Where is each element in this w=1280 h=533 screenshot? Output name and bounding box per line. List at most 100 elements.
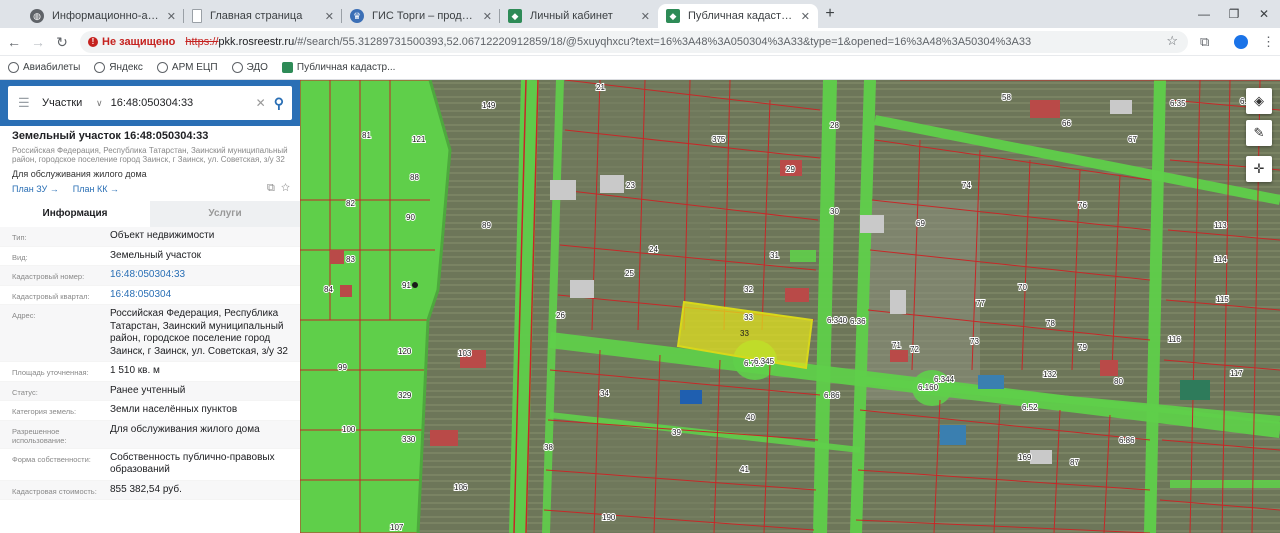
globe-icon: ◍ bbox=[30, 9, 44, 23]
export-icon[interactable]: ⧉ bbox=[267, 182, 275, 194]
bookmark-item[interactable]: Публичная кадастр... bbox=[281, 62, 395, 73]
tab-title: ГИС Торги – продажи государ bbox=[372, 10, 477, 22]
attribute-value[interactable]: 16:48:050304 bbox=[110, 289, 300, 302]
attribute-label: Тип: bbox=[12, 233, 27, 242]
attribute-row: Тип: Объект недвижимости bbox=[0, 227, 300, 247]
parcel-label: 90 bbox=[406, 213, 415, 222]
url-path: /#/search/55.31289731500393,52.067122209… bbox=[294, 36, 1032, 48]
clear-icon[interactable]: ✕ bbox=[256, 96, 266, 110]
insecure-badge[interactable]: ! Не защищено bbox=[88, 36, 175, 48]
map-canvas[interactable]: 149 81 121 88 82 90 83 84 91 89 120 99 103 100 329 330 1… bbox=[300, 80, 1280, 533]
parcel-label: 88 bbox=[410, 173, 419, 182]
browser-tab-1[interactable]: ◍ Информационно-аналитическ ✕ bbox=[22, 4, 184, 28]
browser-tab-2[interactable]: Главная страница ✕ bbox=[184, 4, 342, 28]
address-toolbar: ← → ↻ ! Не защищено https://pkk.rosreestr… bbox=[0, 28, 1280, 56]
parcel-label: 74 bbox=[962, 181, 971, 190]
search-type-select[interactable]: Участки bbox=[42, 97, 96, 109]
highlight-parcel-label: 33 bbox=[740, 329, 749, 338]
extensions-icon[interactable]: ⧉ bbox=[1200, 34, 1209, 50]
tab-services[interactable]: Услуги bbox=[150, 201, 300, 227]
hamburger-menu-icon[interactable]: ☰ bbox=[18, 95, 32, 111]
emblem-icon: ♛ bbox=[350, 9, 364, 23]
bookmark-label: ЭДО bbox=[246, 62, 268, 73]
parcel-label: 99 bbox=[338, 363, 347, 372]
parcel-label: 116 bbox=[1168, 335, 1181, 344]
menu-kebab-icon[interactable]: ⋮ bbox=[1262, 34, 1275, 50]
warning-icon: ! bbox=[88, 37, 98, 47]
close-icon[interactable]: ✕ bbox=[641, 10, 650, 23]
cadastral-map[interactable]: 149 81 121 88 82 90 83 84 91 89 120 99 103 100 329 330 1… bbox=[300, 80, 1280, 533]
map-icon: ◆ bbox=[666, 9, 680, 23]
parcel-label: 79 bbox=[1078, 343, 1087, 352]
plan-kk-link[interactable]: План КК → bbox=[73, 184, 119, 194]
parcel-label: 40 bbox=[746, 413, 755, 422]
parcel-label: 83 bbox=[346, 255, 355, 264]
plan-zu-link[interactable]: План ЗУ → bbox=[12, 184, 59, 194]
parcel-label: 23 bbox=[626, 181, 635, 190]
parcel-label: 375 bbox=[712, 135, 726, 144]
close-icon[interactable]: ✕ bbox=[483, 10, 492, 23]
forward-arrow-icon[interactable]: → bbox=[28, 32, 48, 52]
parcel-label: 73 bbox=[970, 337, 979, 346]
parcel-label: 190 bbox=[602, 513, 616, 522]
attribute-row: Категория земель: Земли населённых пункто… bbox=[0, 401, 300, 421]
search-bar: ☰ Участки ∨ 16:48:050304:33 ✕ ⚲ bbox=[0, 80, 300, 126]
parcel-label: 80 bbox=[1114, 377, 1123, 386]
attribute-value: Ранее учтенный bbox=[110, 384, 186, 396]
browser-tab-3[interactable]: ♛ ГИС Торги – продажи государ ✕ bbox=[342, 4, 500, 28]
profile-avatar-icon[interactable] bbox=[1234, 35, 1248, 49]
search-input[interactable]: 16:48:050304:33 bbox=[111, 97, 256, 109]
url-bar[interactable]: ! Не защищено https://pkk.rosreestr.ru/#/… bbox=[80, 31, 1188, 53]
parcel-label: 58 bbox=[1002, 93, 1011, 102]
bookmark-item[interactable]: АРМ ЕЦП bbox=[156, 62, 218, 73]
parcel-label: 115 bbox=[1216, 295, 1229, 304]
attribute-label: Площадь уточненная: bbox=[12, 368, 89, 377]
attribute-row: Разрешенное использование: Для обслуживан… bbox=[0, 420, 300, 449]
close-icon[interactable]: ✕ bbox=[167, 10, 176, 23]
parcel-label: 25 bbox=[625, 269, 634, 278]
parcel-label: 117 bbox=[1230, 369, 1243, 378]
parcel-label: 24 bbox=[649, 245, 658, 254]
locate-icon[interactable]: ✛ bbox=[1246, 156, 1272, 182]
parcel-label: 149 bbox=[482, 101, 496, 110]
attribute-row: Статус: Ранее учтенный bbox=[0, 381, 300, 401]
browser-tab-active[interactable]: ◆ Публичная кадастровая карта ✕ bbox=[658, 4, 818, 28]
reload-icon[interactable]: ↻ bbox=[52, 32, 72, 52]
map-icon bbox=[281, 62, 293, 73]
favorite-star-icon[interactable]: ☆ bbox=[281, 182, 290, 194]
close-icon[interactable]: ✕ bbox=[325, 10, 334, 23]
parcel-label: 6.36 bbox=[850, 317, 866, 326]
parcel-label: 33 bbox=[744, 313, 753, 322]
url-text[interactable]: https://pkk.rosreestr.ru/#/search/55.312… bbox=[185, 36, 1031, 48]
parcel-label: 6.86 bbox=[1119, 436, 1135, 445]
attribute-label: Статус: bbox=[12, 387, 38, 397]
attribute-label: Кадастровый квартал: bbox=[12, 291, 90, 301]
bookmark-star-icon[interactable]: ☆ bbox=[1166, 33, 1178, 49]
back-arrow-icon[interactable]: ← bbox=[4, 32, 24, 52]
attribute-value: Земельный участок bbox=[110, 249, 202, 261]
bookmark-item[interactable]: Авиабилеты bbox=[8, 62, 80, 73]
object-title: Земельный участок 16:48:050304:33 bbox=[12, 130, 209, 142]
attribute-value: 855 382,54 руб. bbox=[110, 483, 182, 495]
bookmark-item[interactable]: Яндекс bbox=[94, 62, 143, 73]
search-icon[interactable]: ⚲ bbox=[274, 95, 284, 112]
layers-icon[interactable]: ◈ bbox=[1246, 88, 1272, 114]
window-close-icon[interactable]: ✕ bbox=[1254, 4, 1274, 24]
ruler-icon[interactable]: ✎ bbox=[1246, 120, 1272, 146]
tab-info[interactable]: Информация bbox=[0, 201, 150, 227]
url-host: pkk.rosreestr.ru bbox=[218, 36, 295, 48]
close-icon[interactable]: ✕ bbox=[801, 10, 810, 23]
new-tab-button[interactable]: + bbox=[820, 4, 840, 24]
chevron-down-icon[interactable]: ∨ bbox=[96, 98, 103, 109]
attribute-label: Кадастровая стоимость: bbox=[12, 486, 97, 496]
browser-tab-4[interactable]: ◆ Личный кабинет ✕ bbox=[500, 4, 658, 28]
restore-icon[interactable]: ❐ bbox=[1224, 4, 1244, 24]
minimize-icon[interactable]: — bbox=[1194, 4, 1214, 24]
shield-icon: ◆ bbox=[508, 9, 522, 23]
object-header: Земельный участок 16:48:050304:33 Россий… bbox=[12, 130, 292, 179]
attribute-value[interactable]: 16:48:050304:33 bbox=[110, 269, 300, 282]
parcel-label: 329 bbox=[398, 391, 412, 400]
attribute-value: Для обслуживания жилого дома bbox=[110, 423, 260, 435]
parcel-label: 84 bbox=[324, 285, 333, 294]
bookmark-item[interactable]: ЭДО bbox=[231, 62, 268, 73]
